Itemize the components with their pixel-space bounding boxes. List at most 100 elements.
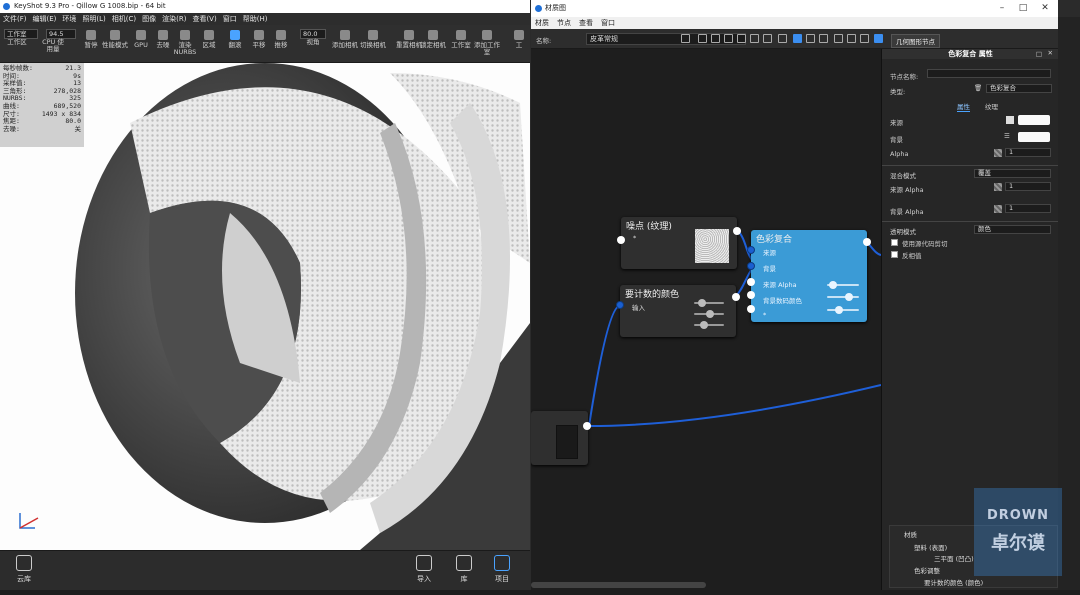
toolbar-button-region[interactable]: 区域 <box>196 27 222 61</box>
tab-properties[interactable]: 属性 <box>957 101 970 112</box>
slider[interactable] <box>827 293 859 301</box>
maximize-icon[interactable]: □ <box>1012 0 1034 17</box>
toolbar-button-performance[interactable]: 性能模式 <box>102 27 128 61</box>
output-port[interactable] <box>732 293 740 301</box>
bottom-button-import[interactable]: 导入 <box>410 555 438 589</box>
scene-tree-item[interactable]: 要计数的颜色 (颜色) <box>924 577 983 587</box>
scene-tree-item[interactable]: 材质 <box>904 529 917 539</box>
scene-tree-item[interactable]: 塑料 (表面) <box>914 542 947 552</box>
material-name-input[interactable]: 皮革常规 <box>586 33 746 45</box>
checker-icon[interactable] <box>763 34 772 43</box>
popout-icon[interactable]: □ <box>1036 50 1042 58</box>
checker-icon[interactable] <box>994 149 1002 157</box>
checker-icon[interactable] <box>994 183 1002 191</box>
source-alpha-input[interactable]: 1 <box>1005 182 1051 191</box>
ks-menu-item[interactable]: 环境 <box>62 13 76 25</box>
node-graph-canvas[interactable]: 噪点 (纹理) * 要计数的颜色 输入 色彩复合 来源 背景 来源 Alpha … <box>531 49 881 590</box>
ks-menu-item[interactable]: 图像 <box>142 13 156 25</box>
grid-icon[interactable] <box>778 34 787 43</box>
share-icon[interactable] <box>874 34 883 43</box>
material-output-node[interactable] <box>531 411 591 465</box>
toolbar-button-cpu[interactable]: CPU 使用量 <box>40 39 66 61</box>
output-port[interactable] <box>583 422 591 430</box>
layout-icon[interactable] <box>793 34 802 43</box>
mg-menu-item[interactable]: 材质 <box>535 17 549 29</box>
use-alpha-checkbox[interactable] <box>891 239 898 246</box>
background-alpha-input[interactable]: 1 <box>1005 204 1051 213</box>
toolbar-button-more[interactable]: 工 <box>506 27 532 61</box>
ks-menu-item[interactable]: 帮助(H) <box>243 13 268 25</box>
close-icon[interactable]: ✕ <box>1034 0 1056 17</box>
slider[interactable] <box>827 306 859 314</box>
ks-menu-item[interactable]: 编辑(E) <box>33 13 57 25</box>
eye-icon[interactable] <box>737 34 746 43</box>
blend-mode-select[interactable]: 覆盖 <box>974 169 1051 178</box>
input-port[interactable] <box>617 236 625 244</box>
output-port[interactable] <box>863 238 871 246</box>
output-port[interactable] <box>733 227 741 235</box>
toolbar-button-workspace[interactable]: 工作区 <box>4 39 30 61</box>
background-color-swatch[interactable] <box>1018 132 1050 142</box>
input-port[interactable] <box>747 305 755 313</box>
scene-tree-item[interactable]: 三平面 (凹凸) <box>934 553 974 563</box>
ks-menu-item[interactable]: 相机(C) <box>112 13 136 25</box>
close-panel-icon[interactable]: ✕ <box>1048 49 1053 57</box>
trash-icon[interactable]: 🗑 <box>974 84 982 92</box>
ks-menu-item[interactable]: 渲染(R) <box>162 13 186 25</box>
scene-tree-item[interactable]: 色彩调整 <box>914 565 940 575</box>
input-port[interactable] <box>616 301 624 309</box>
slider[interactable] <box>694 321 724 329</box>
ks-menu-item[interactable]: 查看(V) <box>192 13 216 25</box>
horizontal-scrollbar[interactable] <box>531 582 706 588</box>
tab-texture[interactable]: 纹理 <box>985 101 998 111</box>
bottom-button-cloud-library[interactable]: 云库 <box>10 555 38 589</box>
mg-menu-item[interactable]: 节点 <box>557 17 571 29</box>
toolbar-button-tumble[interactable]: 翻滚 <box>222 27 248 61</box>
toolbar-button-pause[interactable]: 暂停 <box>78 27 104 61</box>
link-icon[interactable] <box>750 34 759 43</box>
checker-icon[interactable] <box>994 205 1002 213</box>
frame-icon[interactable] <box>834 34 843 43</box>
toolbar-button-fov[interactable]: 视角 <box>300 39 326 61</box>
slider[interactable] <box>694 299 724 307</box>
slider[interactable] <box>694 310 724 318</box>
toolbar-button-add-camera[interactable]: 添加相机 <box>332 27 358 61</box>
expand-icon[interactable] <box>860 34 869 43</box>
toolbar-button-switch-camera[interactable]: 切换相机 <box>360 27 386 61</box>
bottom-button-project[interactable]: 项目 <box>488 555 516 589</box>
preview-icon[interactable] <box>724 34 733 43</box>
ks-menu-item[interactable]: 文件(F) <box>3 13 27 25</box>
ks-menu-item[interactable]: 窗口 <box>223 13 237 25</box>
color-to-number-node[interactable]: 要计数的颜色 输入 <box>616 285 740 337</box>
alpha-input[interactable]: 1 <box>1005 148 1051 157</box>
fit-icon[interactable] <box>847 34 856 43</box>
mg-menu-item[interactable]: 查看 <box>579 17 593 29</box>
sliders-icon[interactable]: ☰ <box>1004 132 1010 140</box>
toolbar-button-add-studio[interactable]: 添加工作室 <box>474 27 500 61</box>
invert-checkbox[interactable] <box>891 251 898 258</box>
alpha-mode-select[interactable]: 颜色 <box>974 225 1051 234</box>
input-port[interactable] <box>747 246 755 254</box>
toolbar-button-dolly[interactable]: 推移 <box>268 27 294 61</box>
geometry-node-button[interactable]: 几何图形节点 <box>891 34 940 48</box>
focus-icon[interactable] <box>711 34 720 43</box>
source-color-swatch[interactable] <box>1018 115 1050 125</box>
toolbar-button-reset-camera[interactable]: 重置相机 <box>396 27 422 61</box>
toolbar-button-studio[interactable]: 工作室 <box>448 27 474 61</box>
tree-icon[interactable] <box>819 34 828 43</box>
save-icon[interactable] <box>681 34 690 43</box>
node-name-input[interactable] <box>927 69 1051 78</box>
toolbar-button-lock-camera[interactable]: 锁定相机 <box>420 27 446 61</box>
texture-slot-icon[interactable] <box>1006 116 1014 124</box>
input-port[interactable] <box>747 278 755 286</box>
target-icon[interactable] <box>698 34 707 43</box>
align-icon[interactable] <box>806 34 815 43</box>
color-composite-node[interactable]: 色彩复合 来源 背景 来源 Alpha 背景数码颜色 * <box>747 230 871 322</box>
input-port[interactable] <box>747 262 755 270</box>
noise-texture-node[interactable]: 噪点 (纹理) * <box>617 217 741 269</box>
minimize-icon[interactable]: – <box>991 0 1013 17</box>
slider[interactable] <box>827 281 859 289</box>
ks-menu-item[interactable]: 照明(L) <box>82 13 105 25</box>
mg-menu-item[interactable]: 窗口 <box>601 17 615 29</box>
toolbar-button-nurbs[interactable]: 渲染 NURBS <box>172 27 198 61</box>
